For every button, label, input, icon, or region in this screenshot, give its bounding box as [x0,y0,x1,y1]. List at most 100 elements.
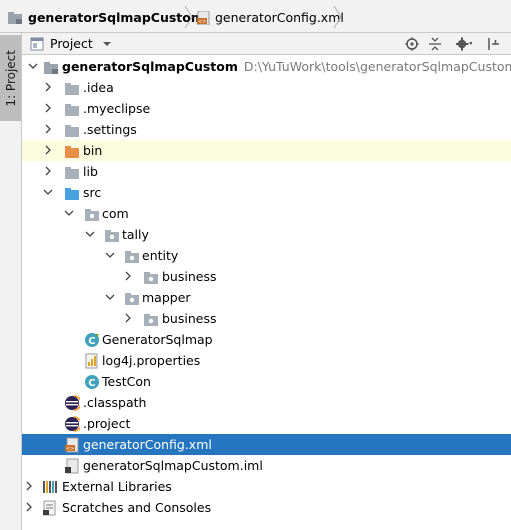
chevron-right-icon[interactable] [43,166,53,176]
chevron-right-icon[interactable] [123,313,133,323]
tree-row-generator-sqlmap[interactable]: C GeneratorSqlmap [22,329,511,350]
project-folder-icon [8,11,22,24]
tree-row-root[interactable]: generatorSqlmapCustom D:\YuTuWork\tools\g… [22,56,511,77]
tree-row-settings[interactable]: .settings [22,119,511,140]
module-path: D:\YuTuWork\tools\generatorSqlmapCustom [243,59,511,74]
library-icon [43,481,57,493]
package-icon [105,230,119,242]
xml-file-icon: <> [197,10,210,25]
package-icon [125,251,139,263]
package-icon [85,209,99,221]
chevron-down-icon[interactable] [105,250,115,260]
tree-row-idea[interactable]: .idea [22,77,511,98]
breadcrumb-project-label: generatorSqlmapCustom [28,10,204,25]
chevron-down-icon[interactable] [43,187,53,197]
svg-text:C: C [88,336,95,347]
tree-row-entity-business[interactable]: business [22,266,511,287]
chevron-right-icon[interactable] [123,271,133,281]
breadcrumb-project[interactable]: generatorSqlmapCustom [8,10,204,25]
folder-icon [65,104,79,116]
tree-row-iml[interactable]: generatorSqlmapCustom.iml [22,455,511,476]
package-icon [144,314,158,326]
chevron-down-icon[interactable] [105,292,115,302]
project-tree: generatorSqlmapCustom D:\YuTuWork\tools\g… [22,56,511,530]
tree-row-mapper[interactable]: mapper [22,287,511,308]
eclipse-file-icon [65,416,80,432]
view-selector-label: Project [50,36,93,51]
properties-file-icon [85,353,98,369]
project-view-icon [30,37,44,50]
chevron-down-icon[interactable] [28,61,38,71]
svg-text:<>: <> [198,19,206,25]
package-icon [144,272,158,284]
tree-row-mapper-business[interactable]: business [22,308,511,329]
tree-row-label: entity [142,248,179,263]
module-file-icon [65,458,79,474]
chevron-down-icon[interactable] [64,208,74,218]
folder-icon [65,83,79,95]
tree-row-classpath[interactable]: .classpath [22,392,511,413]
tree-row-project[interactable]: .project [22,413,511,434]
tree-row-label: .classpath [83,395,147,410]
tree-row-label: generatorSqlmapCustom D:\YuTuWork\tools\g… [62,59,511,74]
tree-row-label: generatorConfig.xml [83,437,212,452]
package-icon [125,293,139,305]
tool-window-strip: 1: Project [0,33,22,530]
tree-row-scratches[interactable]: Scratches and Consoles [22,497,511,518]
chevron-right-icon[interactable] [24,481,34,491]
tree-row-label: .settings [83,122,137,137]
svg-text:<>: <> [66,446,74,452]
folder-icon [65,125,79,137]
locate-icon[interactable] [404,36,420,52]
tree-row-label: bin [83,143,103,158]
breadcrumb: generatorSqlmapCustom <> generatorConfig… [0,0,511,33]
tree-row-label: .myeclipse [83,101,151,116]
tree-row-myeclipse[interactable]: .myeclipse [22,98,511,119]
chevron-right-icon[interactable] [43,124,53,134]
tree-row-tally[interactable]: tally [22,224,511,245]
breadcrumb-separator [333,6,342,28]
tree-row-generator-config[interactable]: <> generatorConfig.xml [22,434,511,455]
tree-row-label: log4j.properties [102,353,201,368]
project-toolbar: Project [22,33,511,55]
view-selector[interactable]: Project [30,36,113,51]
project-tool-window-tab[interactable]: 1: Project [0,35,21,121]
hide-panel-icon[interactable] [485,36,501,52]
xml-file-icon: <> [65,437,79,453]
tree-row-src[interactable]: src [22,182,511,203]
tree-row-label: business [162,269,217,284]
tree-row-label: tally [122,227,149,242]
module-folder-icon [44,62,58,74]
gear-icon[interactable] [456,36,472,52]
chevron-right-icon[interactable] [43,82,53,92]
chevron-down-icon[interactable] [85,229,95,239]
breadcrumb-separator [184,6,193,28]
tree-row-external-libraries[interactable]: External Libraries [22,476,511,497]
tree-row-lib[interactable]: lib [22,161,511,182]
tree-row-label: mapper [142,290,191,305]
tree-row-label: GeneratorSqlmap [102,332,213,347]
tree-row-com[interactable]: com [22,203,511,224]
tree-row-label: .idea [83,80,114,95]
tree-row-log4j[interactable]: log4j.properties [22,350,511,371]
breadcrumb-file[interactable]: <> generatorConfig.xml [197,10,344,25]
breadcrumb-file-label: generatorConfig.xml [215,10,344,25]
svg-text:C: C [88,378,95,389]
tree-row-label: generatorSqlmapCustom.iml [83,458,263,473]
tree-row-testcon[interactable]: C TestCon [22,371,511,392]
tree-row-label: Scratches and Consoles [62,500,212,515]
chevron-right-icon[interactable] [43,145,53,155]
folder-icon [65,167,79,179]
tree-row-label: lib [83,164,98,179]
tree-row-entity[interactable]: entity [22,245,511,266]
chevron-right-icon[interactable] [43,103,53,113]
excluded-folder-icon [65,146,79,158]
tree-row-bin[interactable]: bin [22,140,511,161]
tree-row-label: External Libraries [62,479,172,494]
project-tool-window-label: 1: Project [3,49,18,107]
chevron-right-icon[interactable] [24,502,34,512]
java-class-icon: C [85,375,99,389]
tree-row-label: business [162,311,217,326]
collapse-all-icon[interactable] [427,36,443,52]
eclipse-file-icon [65,395,80,411]
